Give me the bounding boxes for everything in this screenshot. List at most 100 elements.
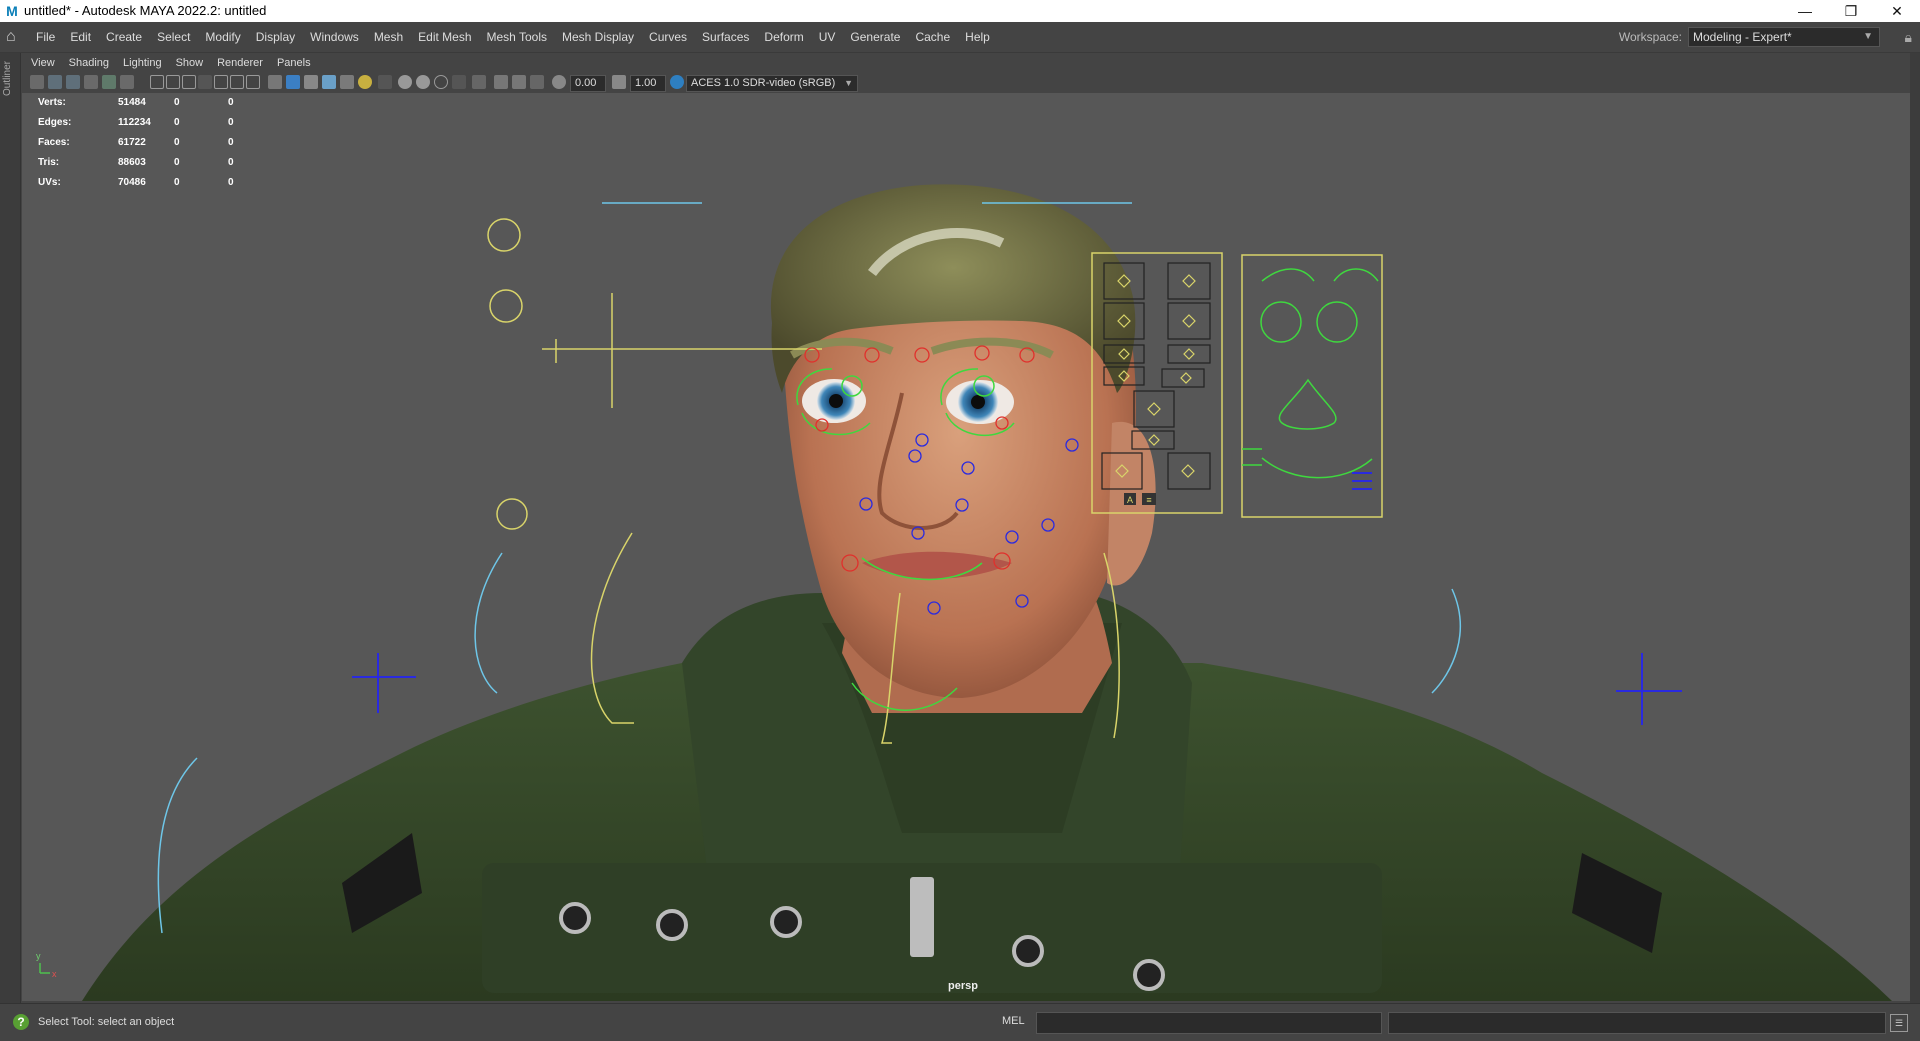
menu-create[interactable]: Create xyxy=(106,30,142,44)
anti-aliasing-icon[interactable] xyxy=(434,75,448,89)
menu-modify[interactable]: Modify xyxy=(205,30,240,44)
gui-button-b: ≡ xyxy=(1146,495,1151,505)
exposure-field[interactable]: 0.00 xyxy=(570,75,606,92)
window-title: untitled* - Autodesk MAYA 2022.2: untitl… xyxy=(24,3,267,18)
hud-sel: 0 xyxy=(174,97,180,108)
main-menu-bar: ⌂ File Edit Create Select Modify Display Windo… xyxy=(0,22,1920,53)
eyelet xyxy=(1012,935,1044,967)
gui-button-a: A xyxy=(1127,495,1133,505)
gate-mask-icon[interactable] xyxy=(198,75,212,89)
zipper xyxy=(910,877,934,957)
panel-menu-view[interactable]: View xyxy=(31,57,55,69)
lights-icon[interactable] xyxy=(358,75,372,89)
view-transform-dropdown[interactable]: ACES 1.0 SDR-video (sRGB) ▼ xyxy=(686,75,858,92)
3d-viewport[interactable]: A ≡ y x Verts: 51484 0 0 Edges: 112234 0… xyxy=(22,93,1910,1001)
panel-menu-lighting[interactable]: Lighting xyxy=(123,57,162,69)
default-material-icon[interactable] xyxy=(304,75,318,89)
select-camera-icon[interactable] xyxy=(30,75,44,89)
depth-of-field-icon[interactable] xyxy=(452,75,466,89)
outliner-strip[interactable]: Outliner xyxy=(0,53,21,1003)
field-chart-icon[interactable] xyxy=(214,75,228,89)
hud-row: Tris: 88603 0 0 xyxy=(38,157,298,177)
hud-value: 70486 xyxy=(118,177,146,188)
menu-mesh[interactable]: Mesh xyxy=(374,30,403,44)
panel-menu-show[interactable]: Show xyxy=(176,57,204,69)
exposure-icon[interactable] xyxy=(552,75,566,89)
camera-attributes-icon[interactable] xyxy=(48,75,62,89)
menu-edit[interactable]: Edit xyxy=(70,30,91,44)
panel-menu-shading[interactable]: Shading xyxy=(69,57,109,69)
gamma-icon[interactable] xyxy=(612,75,626,89)
motion-blur-icon[interactable] xyxy=(416,75,430,89)
camera-name-label: persp xyxy=(948,980,978,992)
minimize-button[interactable]: — xyxy=(1782,0,1828,22)
panel-menu-panels[interactable]: Panels xyxy=(277,57,311,69)
smooth-shade-icon[interactable] xyxy=(286,75,300,89)
hud-sel: 0 xyxy=(174,137,180,148)
wireframe-icon[interactable] xyxy=(268,75,282,89)
command-line-input[interactable] xyxy=(1036,1012,1382,1034)
safe-action-icon[interactable] xyxy=(230,75,244,89)
viewport-scene: A ≡ y x xyxy=(36,184,1892,1001)
screen-space-ao-icon[interactable] xyxy=(398,75,412,89)
resolution-gate-icon[interactable] xyxy=(182,75,196,89)
panel-toolbar: 0.00 1.00 ACES 1.0 SDR-video (sRGB) ▼ xyxy=(22,73,1910,94)
xray-icon[interactable] xyxy=(494,75,508,89)
restore-button[interactable]: ❐ xyxy=(1828,0,1874,22)
close-button[interactable]: ✕ xyxy=(1874,0,1920,22)
maya-logo-icon: M xyxy=(6,3,18,19)
menu-edit-mesh[interactable]: Edit Mesh xyxy=(418,30,471,44)
film-gate-icon[interactable] xyxy=(166,75,180,89)
menu-file[interactable]: File xyxy=(36,30,55,44)
menu-uv[interactable]: UV xyxy=(819,30,836,44)
ctrl-circle xyxy=(489,289,523,323)
help-message: Select Tool: select an object xyxy=(38,1016,175,1028)
menu-windows[interactable]: Windows xyxy=(310,30,359,44)
menu-deform[interactable]: Deform xyxy=(764,30,803,44)
xray-joints-icon[interactable] xyxy=(512,75,526,89)
wireframe-on-shaded-icon[interactable] xyxy=(322,75,336,89)
grid-icon[interactable] xyxy=(150,75,164,89)
hud-comp: 0 xyxy=(228,97,234,108)
window-controls: — ❐ ✕ xyxy=(1782,0,1920,22)
grease-pencil-icon[interactable] xyxy=(120,75,134,89)
menu-curves[interactable]: Curves xyxy=(649,30,687,44)
menu-select[interactable]: Select xyxy=(157,30,190,44)
color-management-icon[interactable] xyxy=(670,75,684,89)
gamma-field[interactable]: 1.00 xyxy=(630,75,666,92)
safe-title-icon[interactable] xyxy=(246,75,260,89)
script-editor-icon[interactable]: ☰ xyxy=(1890,1014,1908,1032)
menu-cache[interactable]: Cache xyxy=(915,30,950,44)
hud-row: Faces: 61722 0 0 xyxy=(38,137,298,157)
bookmarks-icon[interactable] xyxy=(66,75,80,89)
textured-icon[interactable] xyxy=(340,75,354,89)
menu-display[interactable]: Display xyxy=(256,30,295,44)
axis-x-label: x xyxy=(52,969,57,979)
hud-comp: 0 xyxy=(228,117,234,128)
axis-y-label: y xyxy=(36,951,41,961)
hud-sel: 0 xyxy=(174,117,180,128)
outliner-label: Outliner xyxy=(2,61,13,97)
home-icon[interactable]: ⌂ xyxy=(6,28,24,46)
left-pupil xyxy=(829,394,843,408)
shadows-icon[interactable] xyxy=(378,75,392,89)
menu-mesh-tools[interactable]: Mesh Tools xyxy=(487,30,547,44)
command-language-toggle[interactable]: MEL xyxy=(1002,1015,1025,1027)
isolate-select-icon[interactable] xyxy=(472,75,486,89)
chevron-down-icon: ▼ xyxy=(1863,31,1873,42)
lock-icon[interactable]: 🔒︎ xyxy=(1905,29,1912,46)
xray-components-icon[interactable] xyxy=(530,75,544,89)
workspace-dropdown[interactable]: Modeling - Expert* ▼ xyxy=(1688,27,1880,47)
menu-generate[interactable]: Generate xyxy=(850,30,900,44)
menu-surfaces[interactable]: Surfaces xyxy=(702,30,749,44)
hud-value: 88603 xyxy=(118,157,146,168)
panel-menu-renderer[interactable]: Renderer xyxy=(217,57,263,69)
image-plane-icon[interactable] xyxy=(84,75,98,89)
2d-pan-zoom-icon[interactable] xyxy=(102,75,116,89)
menu-help[interactable]: Help xyxy=(965,30,990,44)
title-bar: M untitled* - Autodesk MAYA 2022.2: unti… xyxy=(0,0,1920,22)
panel-menu-bar: View Shading Lighting Show Renderer Panels xyxy=(22,53,1910,73)
workspace-value: Modeling - Expert* xyxy=(1693,30,1792,44)
menu-mesh-display[interactable]: Mesh Display xyxy=(562,30,634,44)
hud-label: Faces: xyxy=(38,137,70,148)
